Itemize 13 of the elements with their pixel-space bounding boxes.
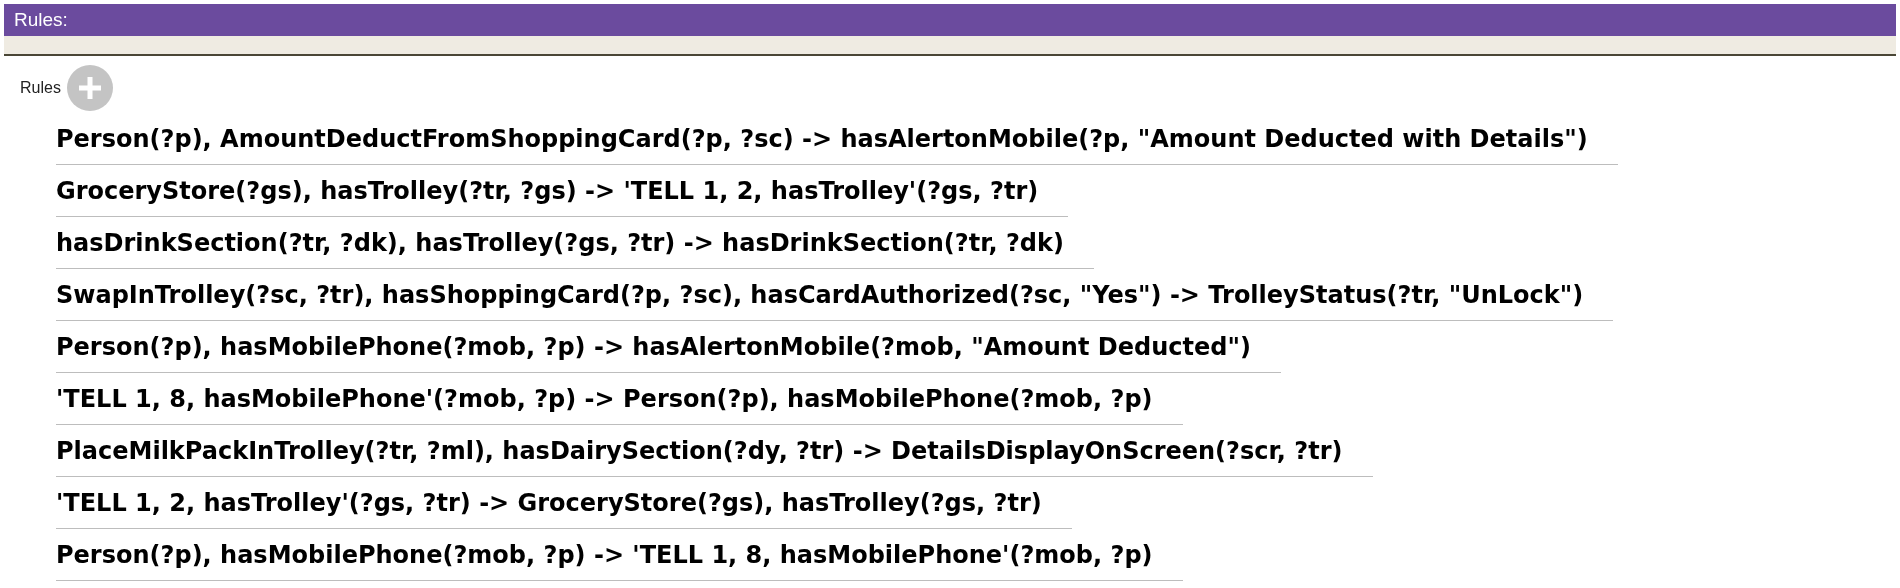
- rule-text: hasDrinkSection(?tr, ?dk), hasTrolley(?gs, ?tr) -> hasDrinkSection(?tr, ?dk): [56, 227, 1064, 259]
- rule-text: PlaceMilkPackInTrolley(?tr, ?ml), hasDairySection(?dy, ?tr) -> DetailsDisplayOnScreen(?scr, ?tr): [56, 435, 1343, 467]
- header-title: Rules:: [14, 7, 68, 32]
- rule-text: Person(?p), hasMobilePhone(?mob, ?p) -> hasAlertonMobile(?mob, "Amount Deducted"): [56, 331, 1251, 363]
- rule-text: Person(?p), AmountDeductFromShoppingCard(?p, ?sc) -> hasAlertonMobile(?p, "Amount Deducted with Details"): [56, 123, 1588, 155]
- add-button[interactable]: [66, 65, 113, 111]
- rule-text: SwapInTrolley(?sc, ?tr), hasShoppingCard(?p, ?sc), hasCardAuthorized(?sc, "Yes") -> TrolleyStatus(?tr, "UnLock"): [56, 279, 1584, 311]
- rule-text: 'TELL 1, 8, hasMobilePhone'(?mob, ?p) -> Person(?p), hasMobilePhone(?mob, ?p): [56, 383, 1153, 415]
- plus-icon: [76, 75, 103, 101]
- rule-text: 'TELL 1, 2, hasTrolley'(?gs, ?tr) -> GroceryStore(?gs), hasTrolley(?gs, ?tr): [56, 487, 1042, 519]
- section-label: Rules: [20, 78, 61, 98]
- rule-text: GroceryStore(?gs), hasTrolley(?tr, ?gs) -> 'TELL 1, 2, hasTrolley'(?gs, ?tr): [56, 175, 1039, 207]
- rule-text: Person(?p), hasMobilePhone(?mob, ?p) -> 'TELL 1, 8, hasMobilePhone'(?mob, ?p): [56, 539, 1153, 571]
